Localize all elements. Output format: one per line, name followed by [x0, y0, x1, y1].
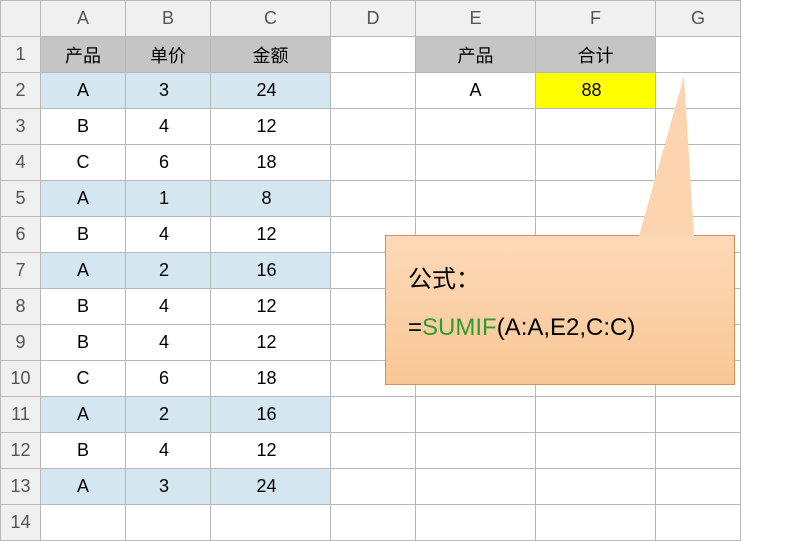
- formula-args: (A:A,E2,C:C): [497, 314, 636, 341]
- cell-b1[interactable]: 单价: [126, 37, 211, 73]
- cell-c6[interactable]: 12: [211, 217, 331, 253]
- cell-b2[interactable]: 3: [126, 73, 211, 109]
- cell-e1[interactable]: 产品: [416, 37, 536, 73]
- row-header[interactable]: 11: [1, 397, 41, 433]
- cell-b12[interactable]: 4: [126, 433, 211, 469]
- col-header-c[interactable]: C: [211, 1, 331, 37]
- cell-a5[interactable]: A: [41, 181, 126, 217]
- cell-f2[interactable]: 88: [536, 73, 656, 109]
- cell-c4[interactable]: 18: [211, 145, 331, 181]
- cell-c7[interactable]: 16: [211, 253, 331, 289]
- cell-a1[interactable]: 产品: [41, 37, 126, 73]
- row-header[interactable]: 1: [1, 37, 41, 73]
- cell-d2[interactable]: [331, 73, 416, 109]
- cell-a3[interactable]: B: [41, 109, 126, 145]
- cell-c2[interactable]: 24: [211, 73, 331, 109]
- row-header[interactable]: 13: [1, 469, 41, 505]
- col-header-f[interactable]: F: [536, 1, 656, 37]
- cell-a8[interactable]: B: [41, 289, 126, 325]
- row-header[interactable]: 2: [1, 73, 41, 109]
- cell-a2[interactable]: A: [41, 73, 126, 109]
- cell-b7[interactable]: 2: [126, 253, 211, 289]
- row-header[interactable]: 12: [1, 433, 41, 469]
- cell-a11[interactable]: A: [41, 397, 126, 433]
- col-header-a[interactable]: A: [41, 1, 126, 37]
- cell-e2[interactable]: A: [416, 73, 536, 109]
- cell-b3[interactable]: 4: [126, 109, 211, 145]
- cell-a12[interactable]: B: [41, 433, 126, 469]
- cell-a6[interactable]: B: [41, 217, 126, 253]
- row-header[interactable]: 9: [1, 325, 41, 361]
- col-header-e[interactable]: E: [416, 1, 536, 37]
- cell-c3[interactable]: 12: [211, 109, 331, 145]
- col-header-g[interactable]: G: [656, 1, 741, 37]
- row-header[interactable]: 10: [1, 361, 41, 397]
- cell-c9[interactable]: 12: [211, 325, 331, 361]
- row-header[interactable]: 14: [1, 505, 41, 541]
- cell-g1[interactable]: [656, 37, 741, 73]
- cell-b9[interactable]: 4: [126, 325, 211, 361]
- row-header[interactable]: 7: [1, 253, 41, 289]
- cell-b5[interactable]: 1: [126, 181, 211, 217]
- cell-b13[interactable]: 3: [126, 469, 211, 505]
- cell-b10[interactable]: 6: [126, 361, 211, 397]
- cell-b6[interactable]: 4: [126, 217, 211, 253]
- cell-c11[interactable]: 16: [211, 397, 331, 433]
- row-header[interactable]: 4: [1, 145, 41, 181]
- callout-label: 公式：: [408, 256, 712, 304]
- row-header[interactable]: 3: [1, 109, 41, 145]
- row-header[interactable]: 5: [1, 181, 41, 217]
- select-all-corner[interactable]: [1, 1, 41, 37]
- cell-c10[interactable]: 18: [211, 361, 331, 397]
- cell-b8[interactable]: 4: [126, 289, 211, 325]
- cell-a4[interactable]: C: [41, 145, 126, 181]
- cell-d1[interactable]: [331, 37, 416, 73]
- cell-a9[interactable]: B: [41, 325, 126, 361]
- formula-function: SUMIF: [422, 314, 497, 341]
- formula-callout: 公式： =SUMIF(A:A,E2,C:C): [385, 235, 735, 385]
- cell-c5[interactable]: 8: [211, 181, 331, 217]
- cell-c8[interactable]: 12: [211, 289, 331, 325]
- callout-formula: =SUMIF(A:A,E2,C:C): [408, 304, 712, 352]
- col-header-d[interactable]: D: [331, 1, 416, 37]
- cell-c12[interactable]: 12: [211, 433, 331, 469]
- col-header-b[interactable]: B: [126, 1, 211, 37]
- cell-a13[interactable]: A: [41, 469, 126, 505]
- cell-a7[interactable]: A: [41, 253, 126, 289]
- cell-b11[interactable]: 2: [126, 397, 211, 433]
- row-header[interactable]: 8: [1, 289, 41, 325]
- formula-prefix: =: [408, 314, 422, 341]
- cell-a10[interactable]: C: [41, 361, 126, 397]
- cell-f1[interactable]: 合计: [536, 37, 656, 73]
- cell-c13[interactable]: 24: [211, 469, 331, 505]
- row-header[interactable]: 6: [1, 217, 41, 253]
- cell-b4[interactable]: 6: [126, 145, 211, 181]
- cell-c1[interactable]: 金额: [211, 37, 331, 73]
